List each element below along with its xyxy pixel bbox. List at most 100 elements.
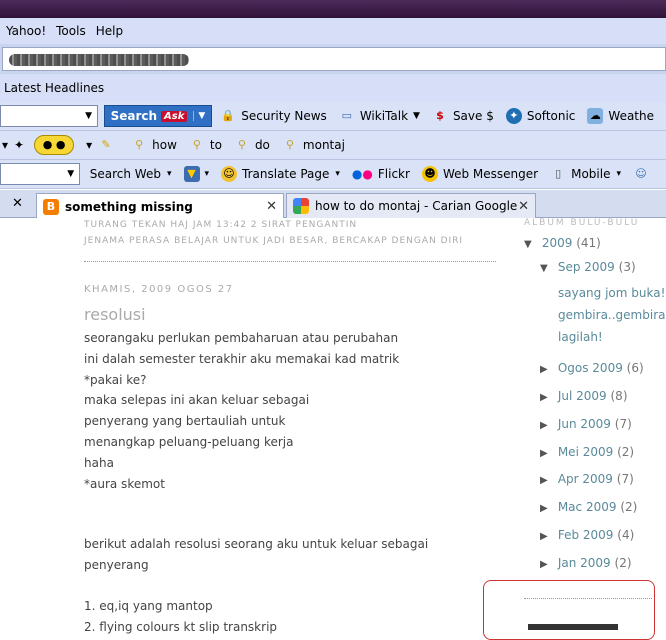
collapsed-triangle-icon[interactable]: ▶ bbox=[540, 364, 554, 375]
menu-tools[interactable]: Tools bbox=[56, 24, 86, 38]
archive-month-current[interactable]: ▼ Sep 2009 (3) bbox=[540, 260, 636, 274]
tab-google-search[interactable]: how to do montaj - Carian Google ✕ bbox=[286, 193, 536, 218]
collapsed-triangle-icon[interactable]: ▶ bbox=[540, 448, 554, 459]
user-button[interactable]: ☺ bbox=[633, 166, 654, 182]
archive-month[interactable]: ▶ Jul 2009 (8) bbox=[540, 389, 628, 403]
post-meta-line: JENAMA PERASA BELAJAR UNTUK JADI BESAR, … bbox=[84, 236, 464, 246]
collapsed-triangle-icon[interactable]: ▶ bbox=[540, 420, 554, 431]
post-line: penyerang yang bertauliah untuk bbox=[84, 414, 286, 429]
chevron-down-icon[interactable]: ▼ bbox=[81, 106, 97, 126]
menu-help[interactable]: Help bbox=[96, 24, 123, 38]
recent-post-link[interactable]: gembira..gembira bbox=[558, 304, 666, 326]
expanded-triangle-icon[interactable]: ▼ bbox=[524, 239, 538, 250]
security-news-button[interactable]: 🔒 Security News bbox=[220, 108, 326, 124]
toolbar-search-combo[interactable]: ▼ bbox=[0, 163, 80, 185]
translate-page-button[interactable]: ☺ Translate Page ▾ bbox=[221, 166, 340, 182]
find-word-label: do bbox=[254, 138, 270, 152]
post-title[interactable]: resolusi bbox=[84, 305, 496, 324]
shield-button[interactable]: ▼ ▾ bbox=[183, 166, 210, 182]
toolbar-highlight: ▾ ✦ ● ● ▾ ✎ ⚲ how ⚲ to ⚲ do ⚲ montaj bbox=[0, 131, 666, 160]
post-line: haha bbox=[84, 455, 114, 470]
tab-something-missing[interactable]: B something missing ✕ bbox=[36, 193, 284, 219]
chevron-down-icon[interactable]: ▾ bbox=[2, 138, 8, 152]
archive-year-label[interactable]: 2009 bbox=[542, 236, 573, 250]
collapsed-triangle-icon[interactable]: ▶ bbox=[540, 559, 554, 570]
collapsed-triangle-icon[interactable]: ▶ bbox=[540, 392, 554, 403]
expanded-triangle-icon[interactable]: ▼ bbox=[540, 263, 554, 274]
blogger-icon: B bbox=[43, 198, 59, 215]
chevron-down-icon[interactable]: ▾ bbox=[86, 138, 92, 152]
archive-month-count: (3) bbox=[618, 260, 636, 274]
archive-month[interactable]: ▶ Jun 2009 (7) bbox=[540, 417, 632, 431]
archive-month[interactable]: ▶ Apr 2009 (7) bbox=[540, 472, 634, 486]
close-icon[interactable]: ✕ bbox=[266, 199, 277, 214]
magnifier-icon: ⚲ bbox=[192, 138, 201, 151]
highlighter-button[interactable]: ✎ bbox=[98, 137, 119, 153]
archive-month-label[interactable]: Jan 2009 bbox=[558, 556, 611, 570]
wikitalk-button[interactable]: ▭ WikiTalk ▼ bbox=[339, 108, 420, 124]
lock-icon: 🔒 bbox=[221, 109, 236, 122]
archive-month-label[interactable]: Feb 2009 bbox=[558, 528, 614, 542]
archive-month-label[interactable]: Jun 2009 bbox=[558, 417, 611, 431]
find-word-how[interactable]: ⚲ how bbox=[131, 137, 177, 153]
find-word-do[interactable]: ⚲ do bbox=[234, 137, 270, 153]
archive-month[interactable]: ▶ Ogos 2009 (6) bbox=[540, 361, 644, 375]
smiley-button[interactable]: ● ● bbox=[34, 135, 75, 155]
weather-icon: ☁ bbox=[587, 108, 604, 124]
recent-post-link[interactable]: sayang jom buka! bbox=[558, 282, 666, 304]
chevron-down-icon[interactable]: ▾ bbox=[167, 169, 172, 179]
chevron-down-icon[interactable]: ▼ bbox=[193, 111, 205, 121]
ask-search-combo[interactable]: ▼ bbox=[0, 105, 98, 127]
menu-yahoo[interactable]: Yahoo! bbox=[6, 24, 46, 38]
find-word-montaj[interactable]: ⚲ montaj bbox=[282, 137, 345, 153]
chevron-down-icon[interactable]: ▾ bbox=[205, 169, 210, 179]
chevron-down-icon[interactable]: ▼ bbox=[413, 111, 420, 121]
softonic-button[interactable]: ✦ Softonic bbox=[505, 108, 576, 124]
archive-year-count: (41) bbox=[576, 236, 601, 250]
search-web-button[interactable]: Search Web ▾ bbox=[90, 167, 172, 181]
archive-month[interactable]: ▶ Mac 2009 (2) bbox=[540, 500, 637, 514]
archive-month-label[interactable]: Mac 2009 bbox=[558, 500, 617, 514]
archive-month[interactable]: ▶ Jan 2009 (2) bbox=[540, 556, 632, 570]
highlighted-widget-box bbox=[483, 580, 655, 640]
blog-post: TURANG TEKAN HAJ JAM 13:42 2 SIRAT PENGA… bbox=[84, 218, 496, 638]
find-word-label: to bbox=[209, 138, 222, 152]
post-body: seorangaku perlukan pembaharuan atau per… bbox=[84, 328, 496, 638]
archive-month-label[interactable]: Sep 2009 bbox=[558, 260, 615, 274]
collapsed-triangle-icon[interactable]: ▶ bbox=[540, 475, 554, 486]
archive-month[interactable]: ▶ Mei 2009 (2) bbox=[540, 445, 634, 459]
weather-button[interactable]: ☁ Weathe bbox=[587, 108, 654, 124]
search-button[interactable]: Search Ask ▼ bbox=[103, 105, 213, 127]
archive-month-label[interactable]: Apr 2009 bbox=[558, 472, 613, 486]
chevron-down-icon[interactable]: ▾ bbox=[335, 169, 340, 179]
collapsed-triangle-icon[interactable]: ▶ bbox=[540, 531, 554, 542]
archive-month[interactable]: ▶ Feb 2009 (4) bbox=[540, 528, 634, 542]
latest-headlines-label[interactable]: Latest Headlines bbox=[4, 81, 104, 95]
close-icon[interactable]: ✕ bbox=[12, 196, 23, 211]
web-messenger-button[interactable]: ☻ Web Messenger bbox=[421, 166, 538, 182]
post-date: KHAMIS, 2009 OGOS 27 bbox=[84, 284, 234, 295]
search-label: Search bbox=[110, 109, 158, 123]
tab-title: something missing bbox=[65, 199, 193, 214]
collapsed-triangle-icon[interactable]: ▶ bbox=[540, 503, 554, 514]
chevron-down-icon[interactable]: ▼ bbox=[63, 164, 79, 184]
dollar-icon: $ bbox=[436, 109, 444, 122]
magnifier-icon: ⚲ bbox=[135, 138, 144, 151]
softonic-label: Softonic bbox=[526, 109, 576, 123]
chevron-down-icon[interactable]: ▾ bbox=[616, 169, 621, 179]
recent-post-link[interactable]: lagilah! bbox=[558, 326, 666, 348]
save-money-button[interactable]: $ Save $ bbox=[432, 108, 494, 124]
find-word-to[interactable]: ⚲ to bbox=[189, 137, 222, 153]
mobile-label: Mobile bbox=[571, 167, 611, 181]
address-input[interactable] bbox=[2, 47, 666, 71]
archive-header: ALBUM BULU-BULU bbox=[524, 218, 640, 228]
archive-month-label[interactable]: Ogos 2009 bbox=[558, 361, 623, 375]
divider bbox=[84, 261, 496, 262]
close-icon[interactable]: ✕ bbox=[518, 199, 529, 214]
archive-month-label[interactable]: Jul 2009 bbox=[558, 389, 607, 403]
flickr-button[interactable]: ●● Flickr bbox=[352, 167, 410, 181]
grip-icon: ✦ bbox=[14, 138, 25, 152]
archive-month-label[interactable]: Mei 2009 bbox=[558, 445, 613, 459]
archive-year[interactable]: ▼ 2009 (41) bbox=[524, 236, 601, 250]
mobile-button[interactable]: ▯ Mobile ▾ bbox=[550, 166, 621, 182]
